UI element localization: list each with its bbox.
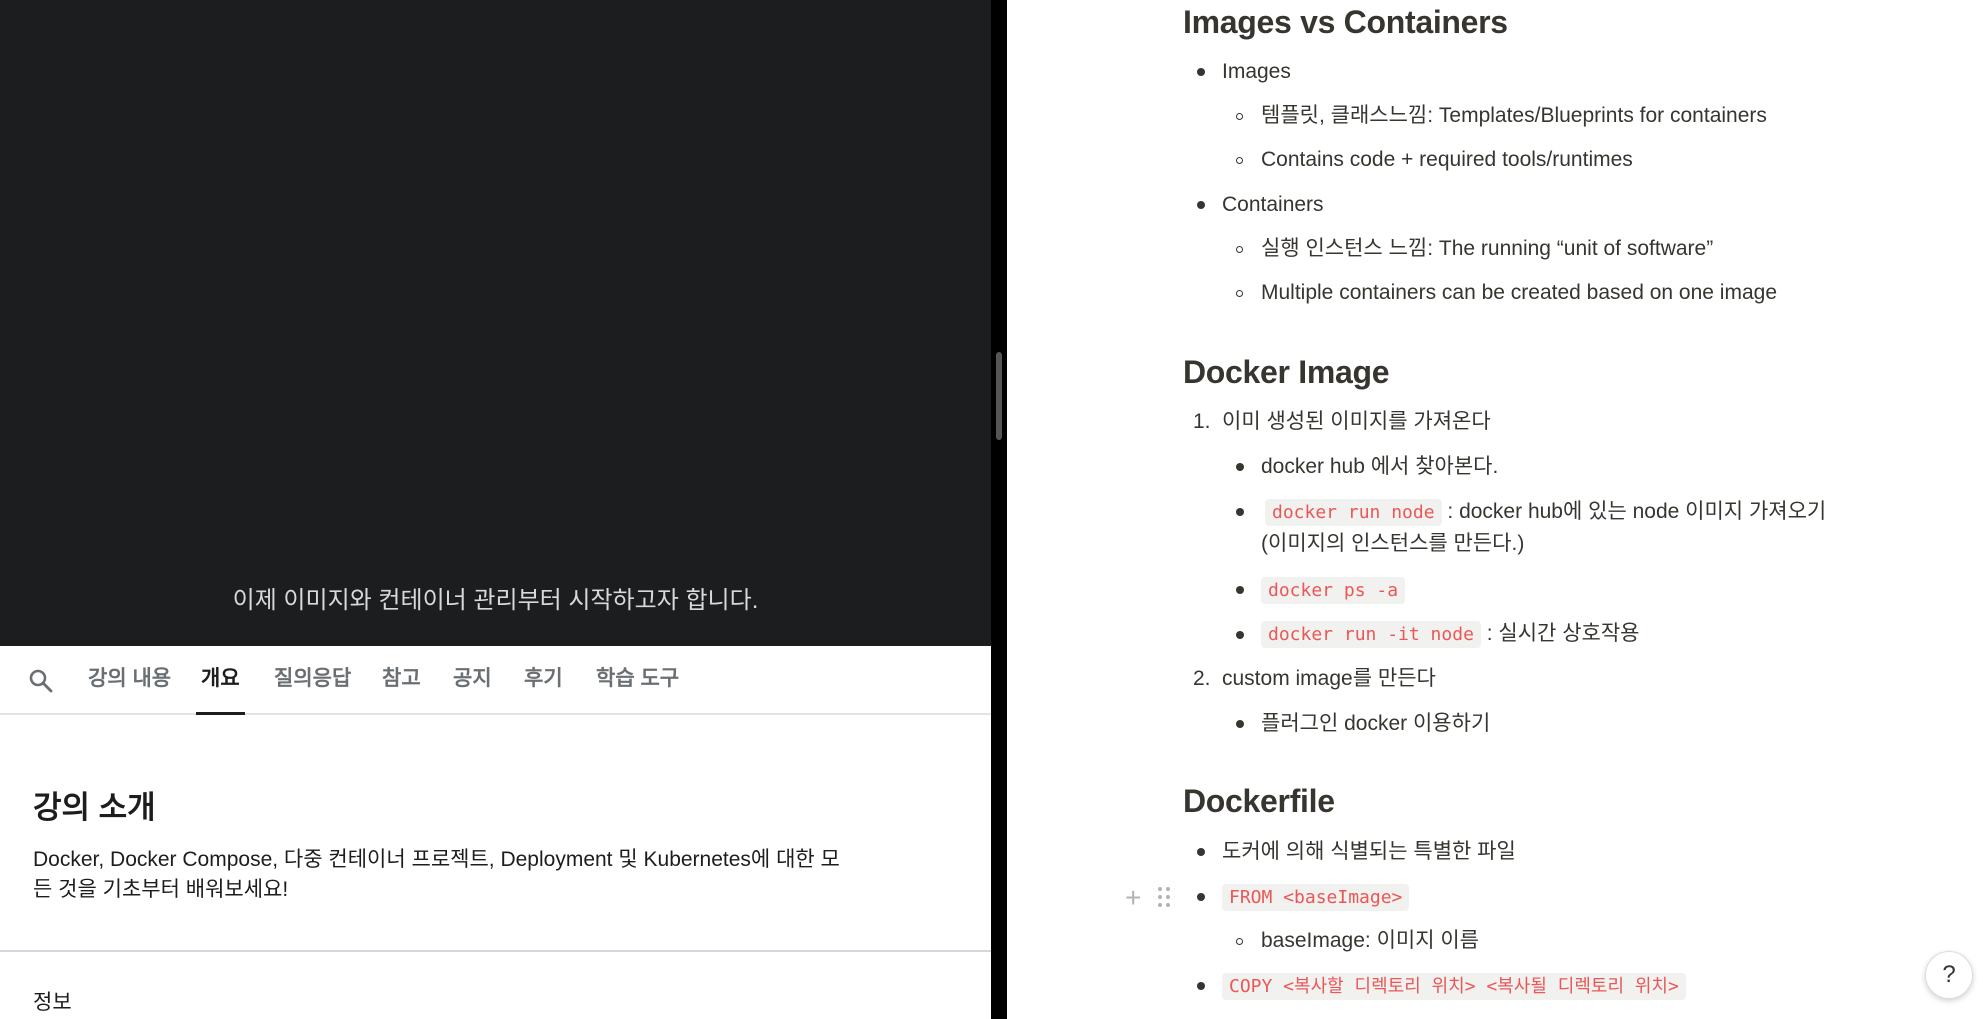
heading-dockerfile: Dockerfile (1183, 783, 1335, 819)
bullet (1197, 201, 1205, 209)
tab-notes[interactable]: 참고 (382, 646, 421, 715)
heading-docker-image: Docker Image (1183, 354, 1390, 390)
list-item: Containers (1222, 193, 1324, 216)
list-number: 1. (1193, 410, 1211, 433)
list-item: FROM <baseImage> (1222, 883, 1410, 912)
bullet (1236, 463, 1244, 471)
list-item: docker hub 에서 찾아본다. (1261, 455, 1499, 478)
section-divider (0, 950, 991, 952)
add-block-icon[interactable]: + (1125, 884, 1141, 912)
notes-pane[interactable]: Images vs Containers Images 템플릿, 클래스느낌: … (1007, 0, 1983, 1019)
inline-text: : docker hub에 있는 node 이미지 가져오기 (1447, 500, 1827, 523)
code-snippet: docker run node (1265, 499, 1442, 526)
tab-qa[interactable]: 질의응답 (274, 646, 351, 715)
code-snippet: docker ps -a (1261, 577, 1406, 604)
tab-reviews[interactable]: 후기 (524, 646, 563, 715)
sub-bullet (1236, 246, 1243, 253)
info-label: 정보 (33, 991, 72, 1014)
intro-description: Docker, Docker Compose, 다중 컨테이너 프로젝트, De… (33, 848, 840, 901)
list-number: 2. (1193, 667, 1211, 690)
sub-bullet (1236, 290, 1243, 297)
list-item: Contains code + required tools/runtimes (1261, 148, 1633, 171)
search-icon[interactable] (26, 666, 56, 696)
sub-bullet (1236, 157, 1243, 164)
pane-splitter (991, 0, 1007, 1019)
list-item: 실행 인스턴스 느낌: The running “unit of softwar… (1261, 237, 1714, 260)
bullet (1197, 893, 1205, 901)
list-item-continued: (이미지의 인스턴스를 만든다.) (1261, 532, 1525, 555)
list-item: docker run node : docker hub에 있는 node 이미… (1265, 498, 1826, 527)
list-item: docker ps -a (1261, 576, 1406, 605)
bullet (1197, 848, 1205, 856)
heading-images-vs-containers: Images vs Containers (1183, 4, 1508, 40)
code-snippet: COPY <복사할 디렉토리 위치> <복사될 디렉토리 위치> (1222, 973, 1686, 1000)
video-player[interactable]: 이제 이미지와 컨테이너 관리부터 시작하고자 합니다. (0, 0, 991, 646)
help-button[interactable]: ? (1925, 951, 1973, 999)
list-item: baseImage: 이미지 이름 (1261, 929, 1480, 952)
code-snippet: docker run -it node (1261, 621, 1481, 648)
bullet (1197, 982, 1205, 990)
sub-bullet (1236, 938, 1243, 945)
bullet (1236, 720, 1244, 728)
list-item: Images (1222, 60, 1291, 83)
course-tabs: 강의 내용 개요 질의응답 참고 공지 후기 학습 도구 (0, 646, 991, 715)
list-item: 템플릿, 클래스느낌: Templates/Blueprints for con… (1261, 104, 1767, 127)
tab-overview[interactable]: 개요 (196, 646, 245, 715)
intro-title: 강의 소개 (33, 790, 156, 825)
tab-learning-tools[interactable]: 학습 도구 (596, 646, 679, 715)
tab-course-content[interactable]: 강의 내용 (88, 646, 171, 715)
inline-text: : 실시간 상호작용 (1486, 622, 1640, 645)
video-subtitle: 이제 이미지와 컨테이너 관리부터 시작하고자 합니다. (232, 587, 759, 614)
bullet (1236, 631, 1244, 639)
tab-announcements[interactable]: 공지 (453, 646, 492, 715)
sub-bullet (1236, 113, 1243, 120)
list-item: custom image를 만든다 (1222, 667, 1436, 690)
list-item: Multiple containers can be created based… (1261, 281, 1777, 304)
list-item: COPY <복사할 디렉토리 위치> <복사될 디렉토리 위치> (1222, 972, 1686, 1001)
bullet (1236, 586, 1244, 594)
list-item: 이미 생성된 이미지를 가져온다 (1222, 410, 1491, 433)
splitter-handle[interactable] (996, 352, 1002, 440)
list-item: docker run -it node : 실시간 상호작용 (1261, 620, 1640, 649)
list-item: 플러그인 docker 이용하기 (1261, 712, 1491, 735)
bullet (1197, 68, 1205, 76)
course-pane: 이제 이미지와 컨테이너 관리부터 시작하고자 합니다. 강의 내용 개요 질의… (0, 0, 991, 1019)
bullet (1236, 508, 1244, 516)
drag-handle-icon[interactable] (1157, 886, 1171, 908)
list-item: 도커에 의해 식별되는 특별한 파일 (1222, 840, 1516, 863)
code-snippet: FROM <baseImage> (1222, 884, 1410, 911)
